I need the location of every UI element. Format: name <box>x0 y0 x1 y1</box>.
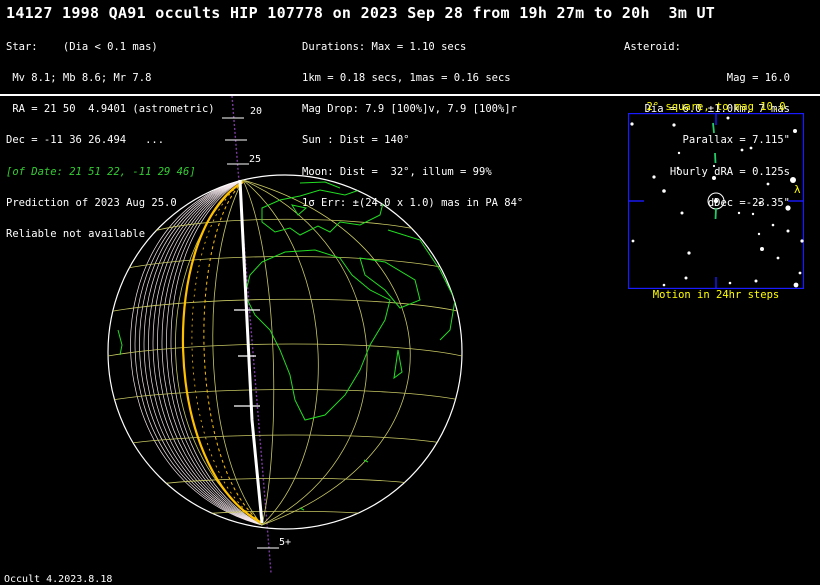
latitude-grid <box>108 218 462 516</box>
inset-stars <box>630 116 804 288</box>
coastlines <box>117 181 456 511</box>
asteroid-motion-marks <box>712 122 717 220</box>
globe-outline <box>107 174 463 530</box>
track-label-5: 5+ <box>279 537 292 548</box>
inset-star-chart: λ <box>628 113 804 289</box>
asteroid-line: Mag = 16.0 <box>726 72 790 85</box>
inset-title: 2° square, to mag 10.0 <box>646 101 786 113</box>
globe-map <box>107 96 463 574</box>
central-path <box>238 179 264 524</box>
event-line: 1km = 0.18 secs, 1mas = 0.16 secs <box>302 72 511 85</box>
star-line: Star: (Dia < 0.1 mas) <box>6 40 158 53</box>
longitude-grid <box>175 179 411 526</box>
event-line: Durations: Max = 1.10 secs <box>302 40 467 53</box>
version-footer: Occult 4.2023.8.18 <box>4 574 113 585</box>
inset-caption: Motion in 24hr steps <box>652 289 780 301</box>
page-title: 14127 1998 QA91 occults HIP 107778 on 20… <box>6 4 716 22</box>
track-label-20: 20 <box>250 106 263 117</box>
track-label-25: 25 <box>249 154 262 165</box>
asteroid-heading: Asteroid: <box>624 40 681 53</box>
star-line: Mv 8.1; Mb 8.6; Mr 7.8 <box>6 72 152 85</box>
lambda-symbol: λ <box>794 183 801 196</box>
